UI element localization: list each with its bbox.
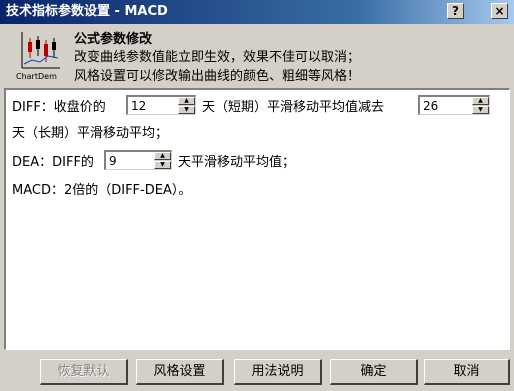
style-settings-button[interactable]: 风格设置	[136, 359, 224, 385]
long-period-up-arrow-icon[interactable]: ▲	[472, 97, 489, 105]
macd-label: MACD：2倍的（DIFF-DEA）。	[12, 183, 192, 198]
dialog-header: ChartDem 公式参数修改 改变曲线参数值能立即生效，效果不佳可以取消； 风…	[0, 24, 514, 86]
short-period-down-arrow-icon[interactable]: ▼	[178, 106, 195, 114]
title-bar: 技术指标参数设置 - MACD ? ×	[0, 0, 514, 24]
short-period-input[interactable]	[128, 97, 179, 114]
parameter-panel: DIFF：收盘价的 ▲ ▼ 天（短期）平滑移动平均值减去 ▲ ▼ 天（长期）平滑…	[4, 88, 510, 350]
dea-period-input[interactable]	[106, 152, 155, 169]
header-description-2: 风格设置可以修改输出曲线的颜色、粗细等风格！	[74, 69, 361, 84]
restore-default-button[interactable]: 恢复默认	[40, 359, 128, 385]
window-title: 技术指标参数设置 - MACD	[6, 4, 168, 19]
diff-label: DIFF：收盘价的	[12, 100, 106, 115]
dea-label: DEA：DIFF的	[12, 155, 94, 170]
long-period-stepper[interactable]: ▲ ▼	[418, 95, 490, 115]
help-button[interactable]: ?	[447, 3, 464, 19]
ok-button[interactable]: 确定	[330, 359, 418, 385]
usage-instructions-button[interactable]: 用法说明	[234, 359, 322, 385]
long-period-input[interactable]	[420, 97, 473, 114]
button-bar: 恢复默认 风格设置 用法说明 确定 取消	[0, 352, 514, 391]
short-period-up-arrow-icon[interactable]: ▲	[178, 97, 195, 105]
long-period-down-arrow-icon[interactable]: ▼	[472, 106, 489, 114]
cancel-button[interactable]: 取消	[424, 359, 510, 385]
dea-period-stepper[interactable]: ▲ ▼	[104, 150, 172, 170]
diff-middle-label: 天（短期）平滑移动平均值减去	[202, 100, 385, 115]
dea-period-up-arrow-icon[interactable]: ▲	[154, 152, 171, 160]
dea-period-down-arrow-icon[interactable]: ▼	[154, 161, 171, 169]
logo-text: ChartDem	[16, 72, 57, 81]
diff-long-label: 天（长期）平滑移动平均；	[12, 126, 169, 141]
header-description-1: 改变曲线参数值能立即生效，效果不佳可以取消；	[74, 50, 361, 65]
short-period-stepper[interactable]: ▲ ▼	[126, 95, 196, 115]
dea-suffix-label: 天平滑移动平均值；	[178, 155, 296, 170]
header-title: 公式参数修改	[74, 32, 153, 47]
close-button[interactable]: ×	[491, 3, 508, 19]
